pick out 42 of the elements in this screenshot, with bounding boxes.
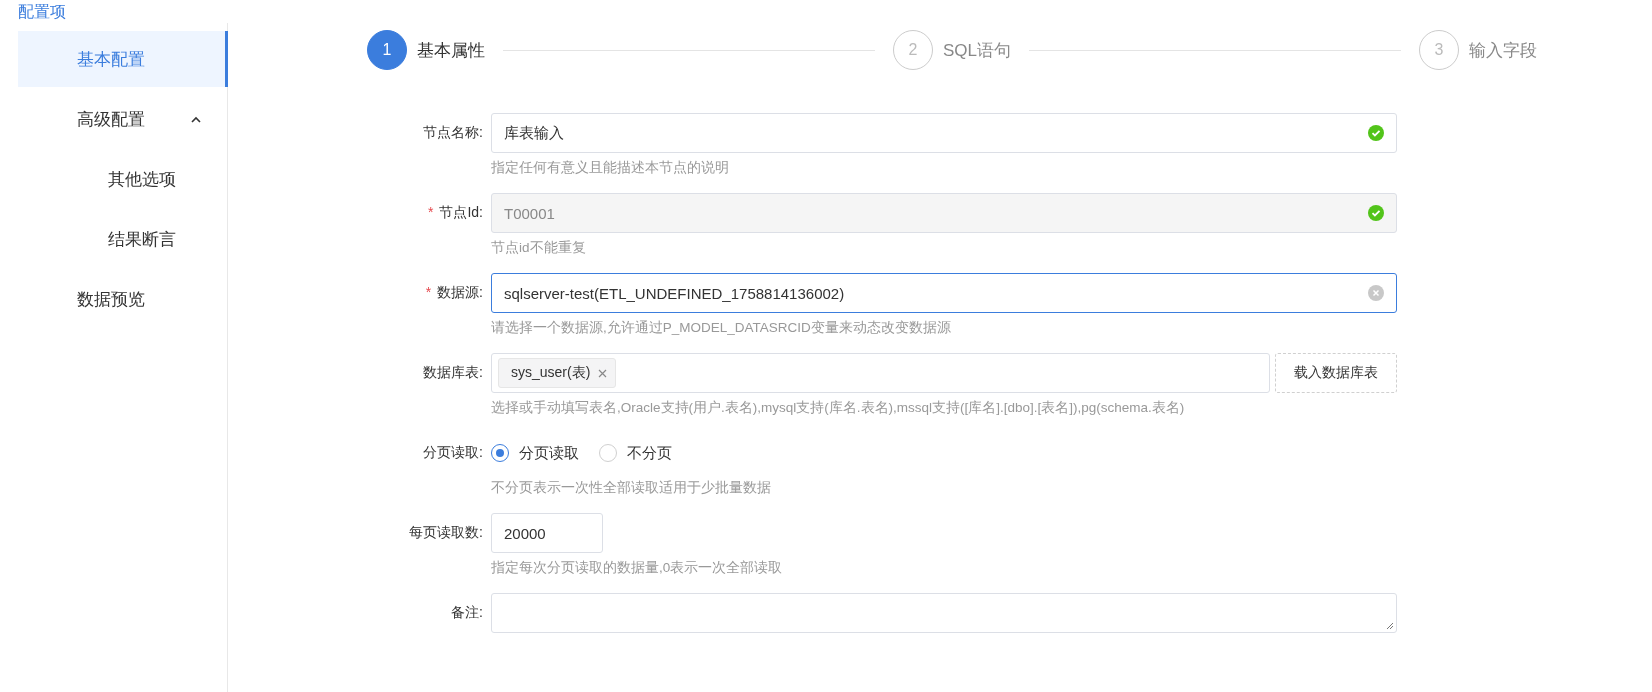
field-label: 节点Id: [439, 204, 483, 222]
close-icon[interactable] [598, 368, 608, 378]
field-hint: 不分页表示一次性全部读取适用于少批量数据 [491, 479, 772, 497]
field-label: 分页读取: [423, 444, 483, 462]
textarea-field[interactable] [491, 593, 1397, 633]
field-hint: 选择或手动填写表名,Oracle支持(用户.表名),mysql支持(库名.表名),mssql支持([库名].[dbo].[表名]),pg(schema.表名) [491, 399, 1186, 417]
field-label: 数据源: [437, 284, 483, 302]
field-hint: 指定每次分页读取的数据量,0表示一次全部读取 [491, 559, 784, 577]
menu-item[interactable]: 结果断言 [18, 211, 228, 267]
sidebar-title: 配置项 [18, 2, 67, 22]
tag-label: sys_user(表) [511, 364, 591, 382]
step-number: 3 [1419, 30, 1459, 70]
input-field[interactable]: 20000 [491, 513, 603, 553]
menu-item[interactable]: 基本配置 [18, 31, 228, 87]
field-label: 数据库表: [423, 364, 483, 382]
radio-label[interactable]: 不分页 [627, 443, 672, 463]
input-field[interactable]: sqlserver-test(ETL_UNDEFINED_1758814136002) [491, 273, 1397, 313]
menu-item[interactable]: 其他选项 [18, 151, 228, 207]
step-number: 1 [367, 30, 407, 70]
chevron-up-icon[interactable] [191, 115, 201, 123]
menu-item[interactable]: 数据预览 [18, 271, 228, 327]
load-tables-button[interactable]: 载入数据库表 [1275, 353, 1397, 393]
step-number: 2 [893, 30, 933, 70]
resize-grip-icon[interactable] [1386, 622, 1394, 630]
valid-check-icon [1368, 205, 1384, 221]
menu-item[interactable]: 高级配置 [18, 91, 228, 147]
field-label: 节点名称: [423, 124, 483, 142]
input-field[interactable]: 库表输入 [491, 113, 1397, 153]
step-label: 基本属性 [417, 39, 485, 62]
field-hint: 节点id不能重复 [491, 239, 587, 257]
required-mark: * [425, 284, 432, 300]
field-label: 备注: [451, 604, 483, 622]
field-hint: 指定任何有意义且能描述本节点的说明 [491, 159, 730, 177]
clear-icon[interactable] [1368, 285, 1384, 301]
field-label: 每页读取数: [409, 524, 483, 542]
valid-check-icon [1368, 125, 1384, 141]
step-label: SQL语句 [943, 39, 1011, 62]
step-label: 输入字段 [1469, 39, 1537, 62]
radio-label[interactable]: 分页读取 [519, 443, 579, 463]
tag-select-field[interactable]: sys_user(表) [491, 353, 1270, 393]
required-mark: * [427, 204, 434, 220]
field-hint: 请选择一个数据源,允许通过P_MODEL_DATASRCID变量来动态改变数据源 [491, 319, 952, 337]
